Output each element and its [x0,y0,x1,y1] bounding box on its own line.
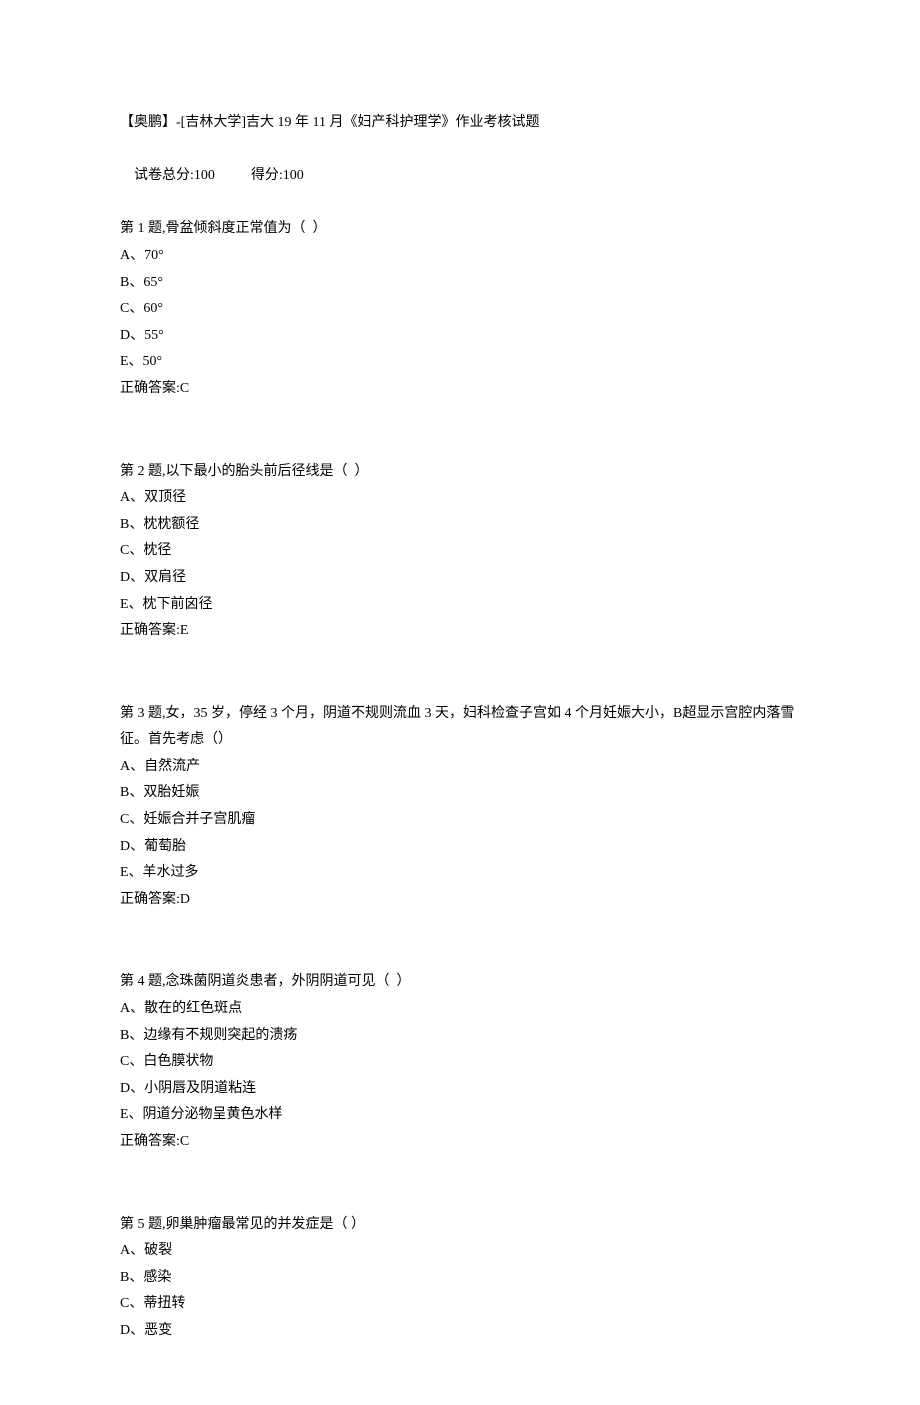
question-block: 第 2 题,以下最小的胎头前后径线是（ ）A、双顶径B、枕枕额径C、枕径D、双肩… [120,459,800,645]
question-block: 第 5 题,卵巢肿瘤最常见的并发症是（ ）A、破裂B、感染C、蒂扭转D、恶变 [120,1212,800,1345]
question-option: D、小阴唇及阴道粘连 [120,1076,800,1103]
question-option: D、双肩径 [120,565,800,592]
spacer [120,403,800,431]
question-answer: 正确答案:C [120,1129,800,1156]
question-option: A、散在的红色斑点 [120,996,800,1023]
question-option: A、70° [120,243,800,270]
question-block: 第 4 题,念珠菌阴道炎患者，外阴阴道可见（ ）A、散在的红色斑点B、边缘有不规… [120,969,800,1155]
question-answer: 正确答案:E [120,618,800,645]
question-option: B、双胎妊娠 [120,780,800,807]
score-got-value: 100 [283,168,304,183]
question-block: 第 1 题,骨盆倾斜度正常值为（ ）A、70°B、65°C、60°D、55°E、… [120,216,800,402]
spacer [120,431,800,459]
document-page: 【奥鹏】-[吉林大学]吉大 19 年 11 月《妇产科护理学》作业考核试题 试卷… [0,0,920,1405]
question-option: D、55° [120,323,800,350]
spacer [120,1184,800,1212]
question-option: B、65° [120,270,800,297]
question-block: 第 3 题,女，35 岁，停经 3 个月，阴道不规则流血 3 天，妇科检查子宫如… [120,701,800,914]
score-line: 试卷总分:100得分:100 [120,137,800,217]
question-prompt: 第 5 题,卵巢肿瘤最常见的并发症是（ ） [120,1212,800,1239]
question-prompt: 第 4 题,念珠菌阴道炎患者，外阴阴道可见（ ） [120,969,800,996]
answer-label: 正确答案: [120,381,180,396]
question-option: B、感染 [120,1265,800,1292]
question-option: C、妊娠合并子宫肌瘤 [120,807,800,834]
question-option: C、60° [120,296,800,323]
question-option: A、破裂 [120,1238,800,1265]
question-option: C、白色膜状物 [120,1049,800,1076]
question-option: D、恶变 [120,1318,800,1345]
question-prompt: 第 2 题,以下最小的胎头前后径线是（ ） [120,459,800,486]
spacer [120,913,800,941]
question-option: E、阴道分泌物呈黄色水样 [120,1102,800,1129]
spacer [120,673,800,701]
question-option: C、枕径 [120,538,800,565]
question-option: B、枕枕额径 [120,512,800,539]
score-total-value: 100 [194,168,215,183]
answer-label: 正确答案: [120,623,180,638]
question-option: E、枕下前囟径 [120,592,800,619]
answer-value: D [180,892,190,907]
question-option: B、边缘有不规则突起的溃疡 [120,1023,800,1050]
answer-value: C [180,381,189,396]
spacer [120,645,800,673]
score-total-label: 试卷总分: [134,168,194,183]
question-prompt: 第 1 题,骨盆倾斜度正常值为（ ） [120,216,800,243]
spacer [120,941,800,969]
question-answer: 正确答案:C [120,376,800,403]
spacer [120,1156,800,1184]
question-option: A、自然流产 [120,754,800,781]
question-answer: 正确答案:D [120,887,800,914]
question-prompt: 第 3 题,女，35 岁，停经 3 个月，阴道不规则流血 3 天，妇科检查子宫如… [120,701,800,754]
question-option: D、葡萄胎 [120,834,800,861]
answer-value: C [180,1134,189,1149]
question-option: E、50° [120,349,800,376]
answer-value: E [180,623,189,638]
answer-label: 正确答案: [120,892,180,907]
question-option: C、蒂扭转 [120,1291,800,1318]
question-option: A、双顶径 [120,485,800,512]
score-got-label: 得分: [251,168,283,183]
document-title: 【奥鹏】-[吉林大学]吉大 19 年 11 月《妇产科护理学》作业考核试题 [120,110,800,137]
question-option: E、羊水过多 [120,860,800,887]
questions-container: 第 1 题,骨盆倾斜度正常值为（ ）A、70°B、65°C、60°D、55°E、… [120,216,800,1344]
answer-label: 正确答案: [120,1134,180,1149]
